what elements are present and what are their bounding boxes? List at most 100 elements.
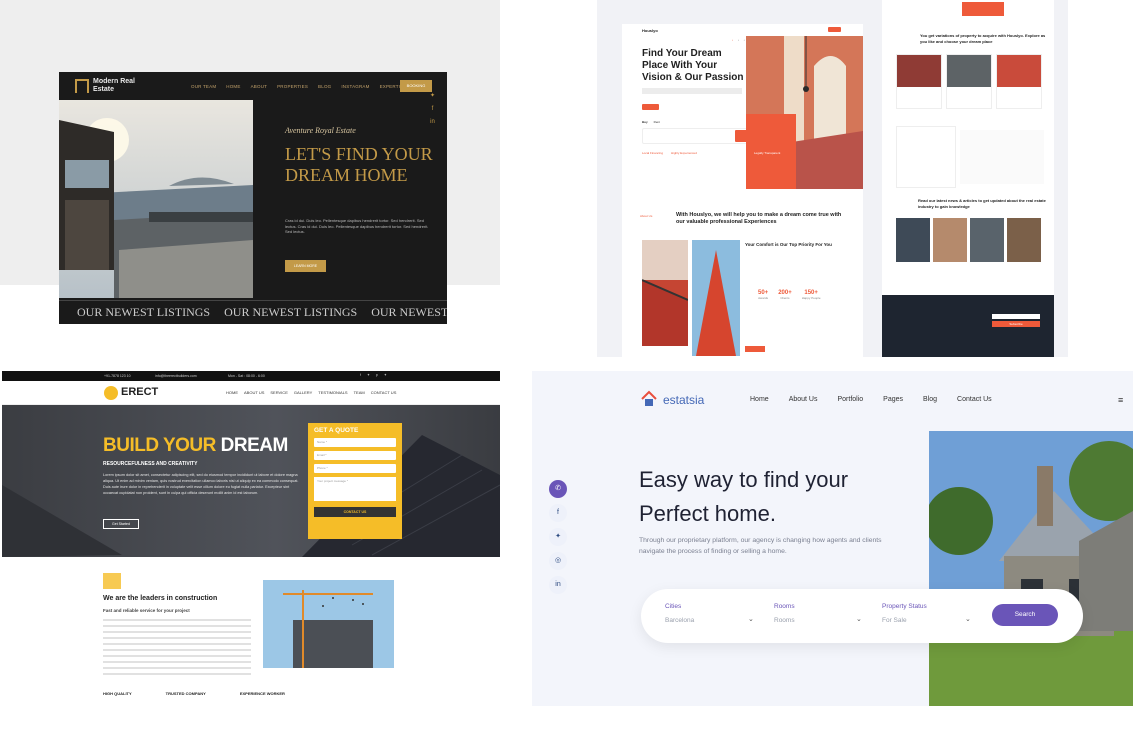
house-logo-icon bbox=[640, 390, 658, 408]
header-cta-button[interactable] bbox=[828, 27, 841, 32]
social-links: ✦ f in bbox=[430, 92, 435, 125]
leaders-body bbox=[103, 619, 251, 679]
nav-item-about-us[interactable]: About Us bbox=[789, 396, 818, 403]
news-card-image[interactable] bbox=[896, 218, 930, 262]
crane-photo bbox=[263, 580, 394, 668]
modern-real-estate-screenshot: Modern Real Estate OUR TEAM HOME ABOUT P… bbox=[59, 72, 447, 324]
hero-house-photo bbox=[59, 100, 253, 298]
property-status-select[interactable]: For Sale bbox=[882, 617, 907, 624]
testimonial-text bbox=[960, 130, 1044, 184]
tab-buy[interactable]: Buy bbox=[642, 120, 648, 124]
building-photo-1 bbox=[641, 240, 689, 346]
email-field[interactable]: Email * bbox=[314, 451, 396, 460]
cities-label: Cities bbox=[665, 603, 682, 610]
house-logo-icon bbox=[75, 79, 89, 93]
property-card[interactable] bbox=[946, 54, 992, 109]
building-photo-2 bbox=[692, 240, 740, 356]
name-field[interactable]: Name * bbox=[314, 438, 396, 447]
newsletter-input[interactable] bbox=[992, 314, 1040, 319]
facebook-icon[interactable]: f bbox=[430, 106, 435, 112]
nav-item-blog[interactable]: Blog bbox=[923, 396, 937, 403]
message-field[interactable]: Your project message * bbox=[314, 477, 396, 501]
property-card[interactable] bbox=[996, 54, 1042, 109]
tab-rent[interactable]: Rent bbox=[654, 120, 660, 124]
navbar: ERECT HOME ABOUT US SERVICE GALLERY TEST… bbox=[2, 381, 500, 405]
houslyo-page-right: You get variations of property to acquir… bbox=[882, 0, 1054, 357]
nav-item-our-team[interactable]: OUR TEAM bbox=[191, 84, 216, 89]
learn-more-button[interactable]: LEARN MORE bbox=[285, 260, 326, 272]
menu-icon[interactable]: ≡ bbox=[1118, 395, 1123, 405]
hero-button[interactable] bbox=[642, 104, 659, 110]
read-more-button[interactable] bbox=[745, 346, 765, 352]
nav-item-blog[interactable]: BLOG bbox=[318, 84, 331, 89]
news-card-image[interactable] bbox=[933, 218, 967, 262]
nav-item-home[interactable]: HOME bbox=[226, 390, 238, 395]
nav-item-about[interactable]: ABOUT US bbox=[244, 390, 264, 395]
property-status-label: Property Status bbox=[882, 603, 927, 610]
search-button[interactable]: Search bbox=[992, 604, 1058, 626]
marquee-item: OUR NEWEST LISTINGS bbox=[77, 305, 211, 319]
facebook-icon[interactable]: f bbox=[549, 504, 567, 522]
news-card-image[interactable] bbox=[970, 218, 1004, 262]
nav-item-contact-us[interactable]: Contact Us bbox=[957, 396, 992, 403]
hours-text: Mon - Sat : 08:00 - 6:00 bbox=[228, 374, 265, 378]
brand-logo[interactable]: Houslyo bbox=[642, 28, 658, 33]
feature-trusted-company: TRUSTED COMPANY bbox=[165, 691, 206, 696]
logo-text[interactable]: estatsia bbox=[663, 393, 704, 407]
twitter-icon[interactable]: ✦ bbox=[549, 528, 567, 546]
chevron-down-icon: ⌄ bbox=[965, 616, 971, 623]
phone-text: +91-7878 123 10 bbox=[104, 374, 131, 378]
hero-headline: Find Your Dream Place With Your Vision &… bbox=[642, 48, 744, 83]
top-bar: +91-7878 123 10 info@theerectbuilders.co… bbox=[2, 371, 500, 381]
rooms-label: Rooms bbox=[774, 603, 795, 610]
nav-item-instagram[interactable]: INSTAGRAM bbox=[341, 84, 369, 89]
linkedin-icon[interactable]: in bbox=[430, 119, 435, 125]
nav-item-properties[interactable]: PROPERTIES bbox=[277, 84, 308, 89]
hero-text: Lorem ipsum dolor sit amet, consectetur … bbox=[103, 473, 299, 495]
hero-paragraph: Through our proprietary platform, our ag… bbox=[639, 537, 882, 555]
marquee-item: OUR NEWEST LISTINGS bbox=[371, 305, 447, 319]
rooms-select[interactable]: Rooms bbox=[774, 617, 795, 624]
cities-select[interactable]: Barcelona bbox=[665, 617, 694, 624]
phone-field[interactable]: Phone * bbox=[314, 464, 396, 473]
linkedin-icon[interactable]: in bbox=[549, 576, 567, 594]
social-icons[interactable]: f✦p✦ bbox=[360, 373, 393, 377]
nav-item-portfolio[interactable]: Portfolio bbox=[837, 396, 863, 403]
nav-item-pages[interactable]: Pages bbox=[883, 396, 903, 403]
logo-text[interactable]: ERECT bbox=[121, 386, 158, 398]
nav-item-about[interactable]: ABOUT bbox=[251, 84, 268, 89]
leaders-title: We are the leaders in construction bbox=[103, 595, 218, 602]
property-search-bar: Cities Barcelona ⌄ Rooms Rooms ⌄ Propert… bbox=[641, 589, 1083, 643]
hero-description bbox=[642, 88, 742, 94]
variations-heading: You get variations of property to acquir… bbox=[920, 33, 1046, 44]
instagram-icon[interactable]: ◎ bbox=[549, 552, 567, 570]
booking-button[interactable]: BOOKING bbox=[400, 80, 432, 92]
nav-item-gallery[interactable]: GALLERY bbox=[294, 390, 312, 395]
chevron-down-icon: ⌄ bbox=[856, 616, 862, 623]
houslyo-page-left: Houslyo ••••• Find Your Dream Place With… bbox=[622, 24, 863, 357]
feature-title: Legally Transparent bbox=[754, 151, 781, 155]
property-card[interactable] bbox=[896, 54, 942, 109]
construction-icon bbox=[103, 573, 121, 589]
twitter-icon[interactable]: ✦ bbox=[430, 92, 435, 99]
feature-title: Highly Experienced bbox=[671, 151, 697, 155]
news-card-image[interactable] bbox=[1007, 218, 1041, 262]
contact-us-button[interactable]: CONTACT US bbox=[314, 507, 396, 517]
main-nav: HOME ABOUT US SERVICE GALLERY TESTIMONIA… bbox=[226, 390, 396, 395]
feature-high-quality: HIGH QUALITY bbox=[103, 691, 132, 696]
about-heading: With Houslyo, we will help you to make a… bbox=[676, 212, 842, 225]
phone-icon[interactable]: ✆ bbox=[549, 480, 567, 498]
nav-item-service[interactable]: SERVICE bbox=[270, 390, 288, 395]
property-cards bbox=[896, 54, 1042, 109]
nav-item-testimonials[interactable]: TESTIMONIALS bbox=[318, 390, 347, 395]
subscribe-button[interactable]: Subscribe bbox=[992, 321, 1040, 327]
nav-item-home[interactable]: HOME bbox=[226, 84, 240, 89]
marquee-item: OUR NEWEST LISTINGS bbox=[224, 305, 358, 319]
stats-row: 50+ Awards 200+ Clients 150+ Happy Peopl… bbox=[758, 290, 821, 300]
nav-item-team[interactable]: TEAM bbox=[354, 390, 365, 395]
nav-item-home[interactable]: Home bbox=[750, 396, 769, 403]
get-started-button[interactable]: Get Started bbox=[103, 519, 139, 529]
news-heading: Read our latest news & articles to get u… bbox=[918, 198, 1046, 209]
about-tag: About Us bbox=[640, 214, 653, 218]
nav-item-contact[interactable]: CONTACT US bbox=[371, 390, 397, 395]
